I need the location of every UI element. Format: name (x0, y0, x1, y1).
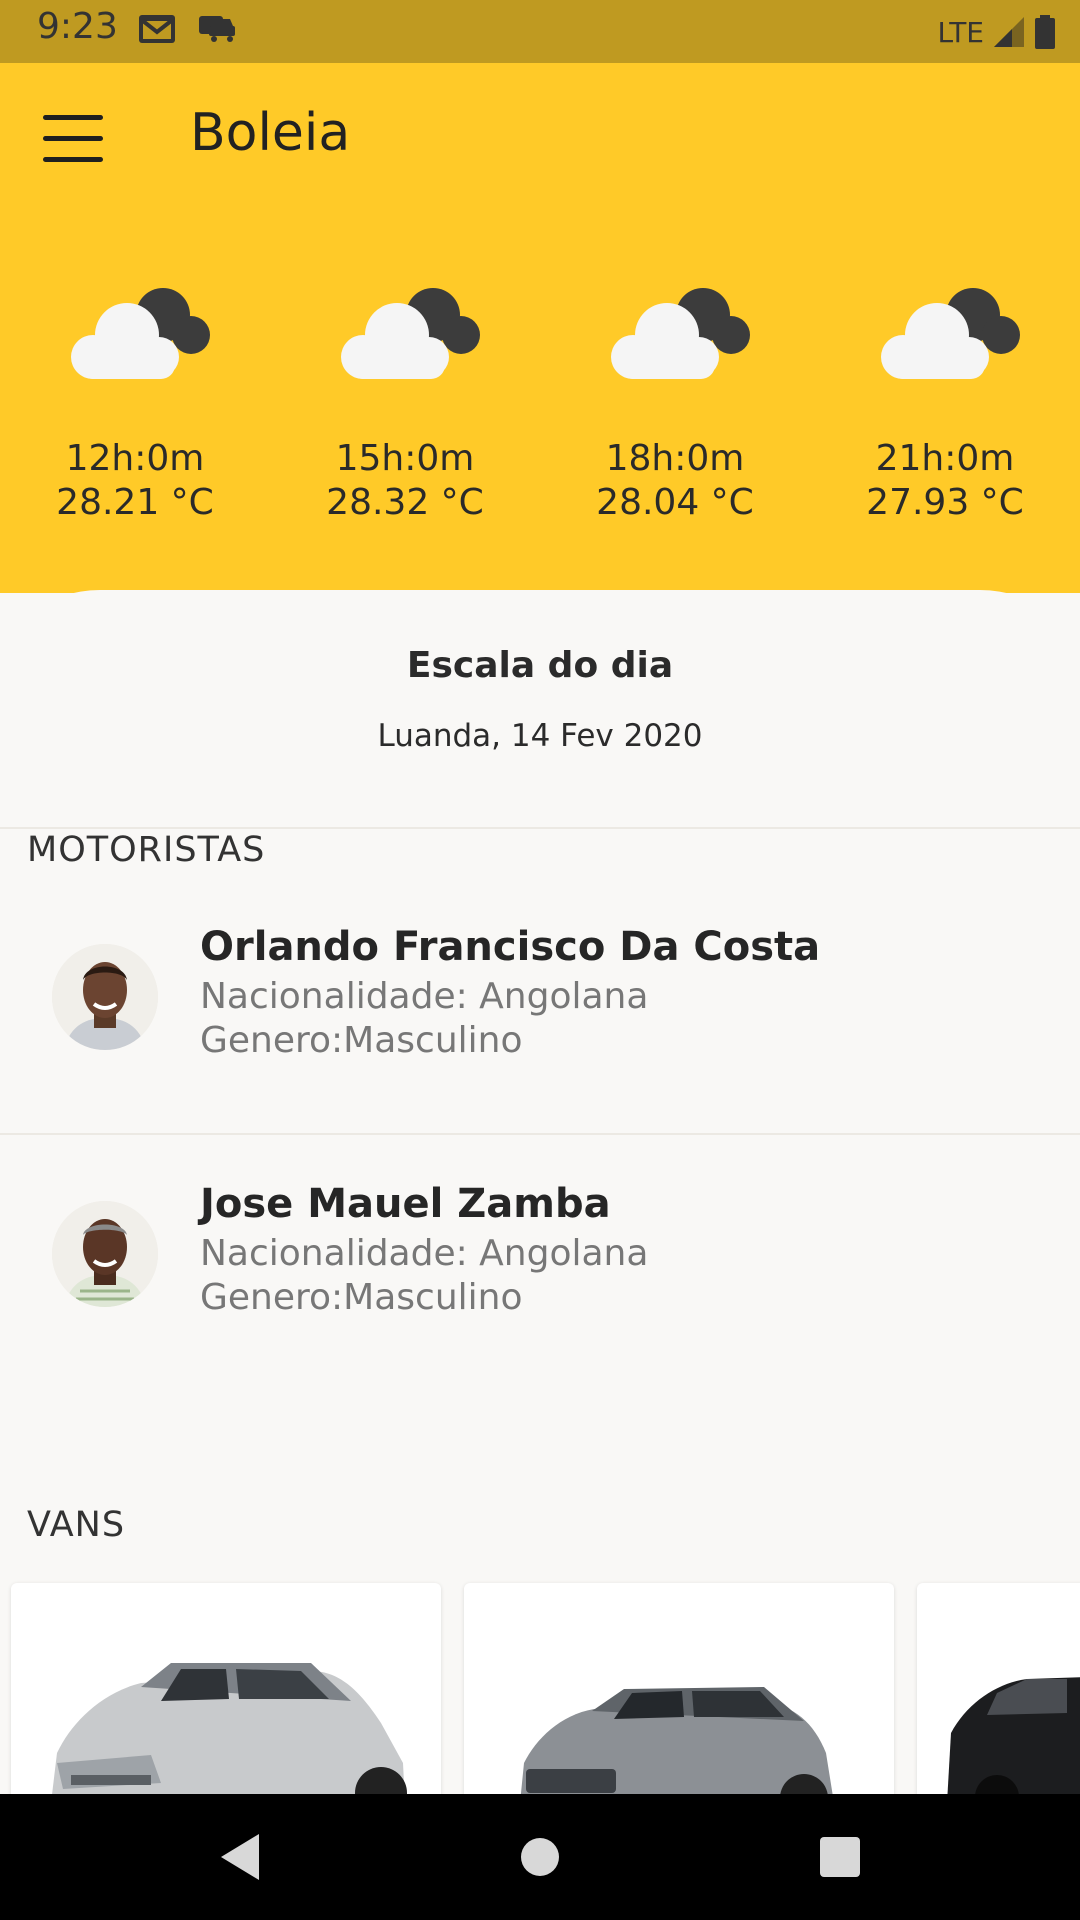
cloudy-icon (341, 288, 480, 379)
system-nav-bar (0, 1794, 1080, 1920)
silver-suv-image (52, 1663, 407, 1794)
status-time: 9:23 (37, 6, 118, 47)
home-icon[interactable] (513, 1830, 567, 1884)
forecast-item: 21h:0m 27.93 °C (810, 273, 1080, 525)
forecast-temp: 28.04 °C (596, 482, 754, 523)
schedule-sheet: Escala do dia Luanda, 14 Fev 2020 MOTORI… (0, 590, 1080, 1794)
van-card[interactable] (11, 1583, 441, 1794)
forecast-time: 12h:0m (65, 438, 205, 479)
black-hatchback-image (947, 1677, 1080, 1794)
hamburger-menu-icon[interactable] (40, 109, 108, 169)
driver-gender: Genero:Masculino (200, 1020, 523, 1061)
driver-list-item[interactable]: Jose Mauel Zamba Nacionalidade: Angolana… (0, 1137, 1080, 1387)
driver-avatar (52, 1201, 158, 1307)
forecast-temp: 28.32 °C (326, 482, 484, 523)
forecast-item: 18h:0m 28.04 °C (540, 273, 810, 525)
van-card[interactable] (917, 1583, 1080, 1794)
van-card[interactable] (464, 1583, 894, 1794)
schedule-subtitle: Luanda, 14 Fev 2020 (377, 718, 703, 754)
status-bar: 9:23 LTE (0, 0, 1080, 63)
forecast-time: 18h:0m (605, 438, 745, 479)
schedule-title: Escala do dia (406, 645, 674, 686)
recents-icon[interactable] (815, 1830, 865, 1884)
gray-suv-image (520, 1687, 833, 1794)
forecast-time: 15h:0m (335, 438, 475, 479)
driver-name: Jose Mauel Zamba (200, 1181, 611, 1227)
driver-nationality: Nacionalidade: Angolana (200, 976, 649, 1017)
driver-avatar (52, 944, 158, 1050)
forecast-time: 21h:0m (875, 438, 1015, 479)
back-icon[interactable] (215, 1830, 265, 1884)
driver-gender: Genero:Masculino (200, 1277, 523, 1318)
driver-nationality: Nacionalidade: Angolana (200, 1233, 649, 1274)
app-title: Boleia (190, 103, 351, 163)
cloudy-icon (611, 288, 750, 379)
car-notification-icon (199, 16, 235, 42)
divider (0, 1133, 1080, 1135)
divider (0, 827, 1080, 829)
signal-icon (994, 17, 1024, 47)
battery-icon (1035, 15, 1055, 49)
driver-list-item[interactable]: Orlando Francisco Da Costa Nacionalidade… (0, 880, 1080, 1130)
forecast-temp: 27.93 °C (866, 482, 1024, 523)
vans-section-label: VANS (27, 1505, 126, 1545)
network-type: LTE (937, 15, 984, 49)
cloudy-icon (881, 288, 1020, 379)
cloudy-icon (71, 288, 210, 379)
forecast-temp: 28.21 °C (56, 482, 214, 523)
vans-carousel[interactable] (0, 1583, 1080, 1794)
app-header: Boleia 12h:0m 28.21 °C 15h:0m 28.32 °C 1… (0, 63, 1080, 593)
drivers-section-label: MOTORISTAS (27, 830, 266, 870)
forecast-item: 15h:0m 28.32 °C (270, 273, 540, 525)
forecast-item: 12h:0m 28.21 °C (0, 273, 270, 525)
driver-name: Orlando Francisco Da Costa (200, 924, 821, 970)
gmail-icon (139, 15, 175, 43)
